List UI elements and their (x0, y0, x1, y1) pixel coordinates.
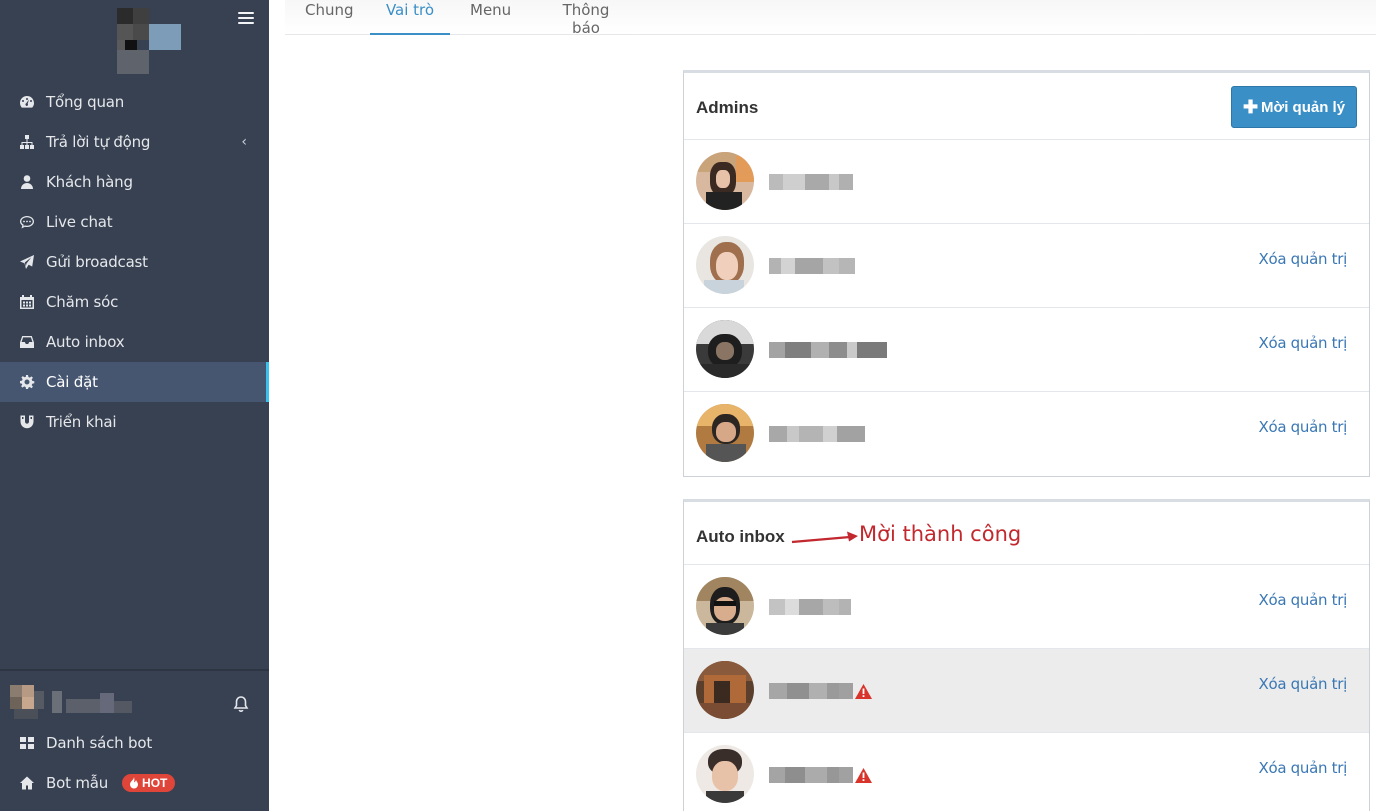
warning-icon (855, 684, 872, 699)
sidebar-item-gui-broadcast[interactable]: Gửi broadcast (0, 242, 269, 282)
home-icon (18, 774, 36, 792)
sidebar-item-label: Cài đặt (46, 373, 98, 391)
auto-inbox-row: Xóa quản trị (684, 565, 1369, 649)
chat-icon (18, 213, 36, 231)
sidebar-item-khach-hang[interactable]: Khách hàng (0, 162, 269, 202)
remove-inbox-admin-link[interactable]: Xóa quản trị (1258, 675, 1347, 693)
bot-logo[interactable] (117, 8, 181, 74)
inbox-icon (18, 333, 36, 351)
sidebar-item-label: Trả lời tự động (46, 133, 151, 151)
remove-admin-link[interactable]: Xóa quản trị (1258, 418, 1347, 436)
avatar (10, 685, 44, 719)
gear-icon (18, 373, 36, 391)
tab-chung[interactable]: Chung (305, 0, 354, 35)
hot-badge: HOT (122, 774, 176, 792)
sidebar-item-trien-khai[interactable]: Triển khai (0, 402, 269, 442)
avatar (696, 577, 754, 635)
sidebar-item-cai-dat[interactable]: Cài đặt (0, 362, 269, 402)
sidebar: Tổng quan Trả lời tự động ‹ Khách hàng L… (0, 0, 269, 811)
warning-icon (855, 768, 872, 783)
admin-row: Xóa quản trị (684, 308, 1369, 392)
menu-toggle-icon[interactable] (238, 12, 254, 26)
invite-admin-button[interactable]: ✚ Mời quản lý (1231, 86, 1357, 128)
remove-admin-link[interactable]: Xóa quản trị (1258, 250, 1347, 268)
success-annotation: Mời thành công (859, 522, 1022, 546)
admins-panel: Admins ✚ Mời quản lý Xóa quản trị Xóa qu… (683, 70, 1370, 477)
remove-admin-link[interactable]: Xóa quản trị (1258, 334, 1347, 352)
admin-row: Xóa quản trị (684, 224, 1369, 308)
user-icon (18, 173, 36, 191)
admins-title: Admins (696, 98, 759, 117)
sidebar-item-label: Danh sách bot (46, 734, 153, 752)
auto-inbox-panel-header: Auto inbox (684, 502, 1369, 565)
remove-inbox-admin-link[interactable]: Xóa quản trị (1258, 759, 1347, 777)
avatar (696, 320, 754, 378)
sidebar-item-label: Bot mẫu (46, 774, 109, 792)
sidebar-item-label: Khách hàng (46, 173, 133, 191)
auto-inbox-row: Xóa quản trị (684, 733, 1369, 811)
current-user[interactable] (10, 685, 260, 721)
sidebar-item-live-chat[interactable]: Live chat (0, 202, 269, 242)
sidebar-item-bot-mau[interactable]: Bot mẫu HOT (0, 763, 269, 803)
sidebar-item-label: Tổng quan (46, 93, 125, 111)
sitemap-icon (18, 133, 36, 151)
sidebar-item-cham-soc[interactable]: Chăm sóc (0, 282, 269, 322)
settings-tabs: Chung Vai trò Menu Thông báo (285, 0, 1376, 37)
sidebar-item-tong-quan[interactable]: Tổng quan (0, 82, 269, 122)
auto-inbox-row: Xóa quản trị (684, 649, 1369, 733)
tab-menu[interactable]: Menu (470, 0, 511, 35)
chevron-left-icon: ‹ (241, 134, 247, 150)
sidebar-item-tra-loi-tu-dong[interactable]: Trả lời tự động ‹ (0, 122, 269, 162)
admins-panel-header: Admins ✚ Mời quản lý (684, 73, 1369, 140)
auto-inbox-title: Auto inbox (696, 527, 785, 546)
user-name-redacted (52, 691, 136, 713)
annotation-arrow-icon (791, 531, 858, 544)
magnet-icon (18, 413, 36, 431)
sidebar-footer: Danh sách bot Bot mẫu HOT (0, 669, 269, 811)
sidebar-item-label: Auto inbox (46, 333, 125, 351)
sidebar-item-label: Triển khai (46, 413, 117, 431)
plus-icon: ✚ (1242, 97, 1259, 117)
sidebar-item-label: Live chat (46, 213, 113, 231)
tab-thong-bao[interactable]: Thông báo (547, 0, 625, 37)
auto-inbox-panel: Auto inbox Xóa quản trị Xóa quản trị Xóa… (683, 499, 1370, 811)
avatar (696, 236, 754, 294)
tab-vai-tro[interactable]: Vai trò (370, 0, 450, 35)
dashboard-icon (18, 93, 36, 111)
remove-inbox-admin-link[interactable]: Xóa quản trị (1258, 591, 1347, 609)
fire-icon (130, 777, 139, 789)
sidebar-item-label: Gửi broadcast (46, 253, 148, 271)
sidebar-item-label: Chăm sóc (46, 293, 119, 311)
sidebar-nav: Tổng quan Trả lời tự động ‹ Khách hàng L… (0, 82, 269, 442)
sidebar-item-auto-inbox[interactable]: Auto inbox (0, 322, 269, 362)
avatar (696, 404, 754, 462)
grid-icon (18, 734, 36, 752)
avatar (696, 661, 754, 719)
hot-badge-label: HOT (142, 776, 168, 790)
bell-icon[interactable] (232, 695, 250, 715)
sidebar-item-danh-sach-bot[interactable]: Danh sách bot (0, 723, 269, 763)
admin-row (684, 140, 1369, 224)
calendar-icon (18, 293, 36, 311)
avatar (696, 745, 754, 803)
admin-row: Xóa quản trị (684, 392, 1369, 476)
logo-area (0, 0, 269, 82)
send-icon (18, 253, 36, 271)
invite-admin-label: Mời quản lý (1261, 98, 1346, 116)
avatar (696, 152, 754, 210)
